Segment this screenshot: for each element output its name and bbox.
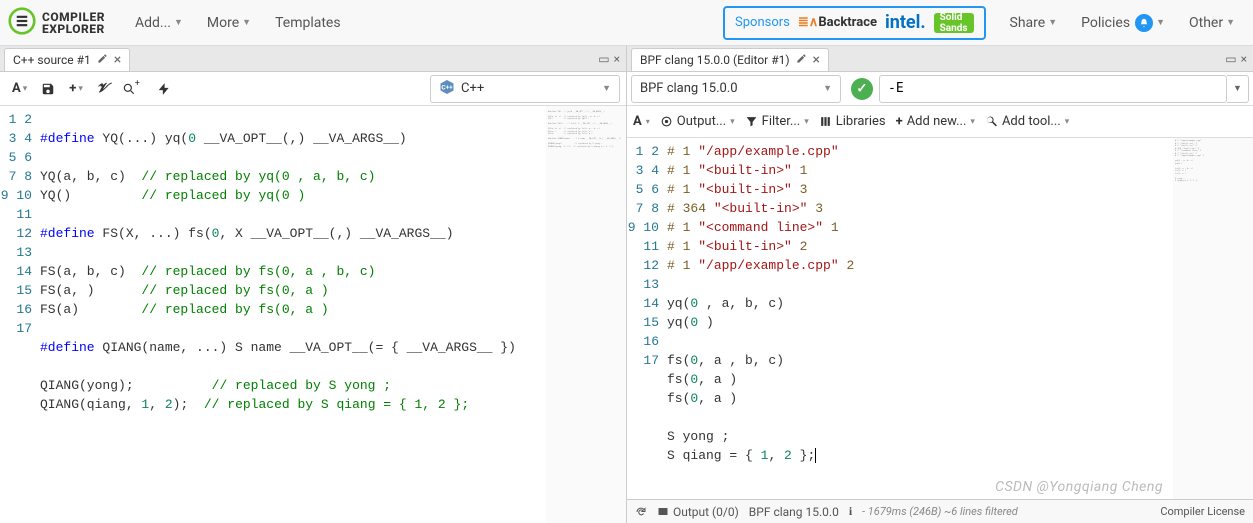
output-code[interactable]: # 1 "/app/example.cpp" # 1 "<built-in>" … [667,138,1173,499]
nav-add[interactable]: Add...▼ [125,9,193,37]
options-caret[interactable]: ▼ [1227,75,1249,103]
sponsors-label: Sponsors [735,15,790,30]
source-editor[interactable]: 1 2 3 4 5 6 7 8 9 10 11 12 13 14 15 16 1… [0,106,626,523]
output-dropdown[interactable]: Output...▾ [660,114,735,129]
close-icon[interactable]: × [114,53,121,67]
line-gutter: 1 2 3 4 5 6 7 8 9 10 11 12 13 14 15 16 1… [627,138,667,499]
source-code[interactable]: #define YQ(...) yq(0 __VA_OPT__(,) __VA_… [40,106,546,523]
compiler-select[interactable]: BPF clang 15.0.0 ▼ [631,75,841,103]
source-tab[interactable]: C++ source #1 × [4,48,130,71]
compiler-status[interactable]: BPF clang 15.0.0 [749,505,839,519]
svg-text:C++: C++ [441,83,453,91]
minimap[interactable]: #define YQ(...) yq(0 __VA_OPT__(,) __VA_… [546,106,626,523]
sponsor-intel: intel. [885,13,926,33]
reload-button[interactable] [635,506,647,518]
line-gutter: 1 2 3 4 5 6 7 8 9 10 11 12 13 14 15 16 1… [0,106,40,523]
nav-policies[interactable]: Policies▼ [1071,8,1175,38]
status-ok-icon [851,78,873,100]
source-tab-title: C++ source #1 [13,53,91,67]
nav-links-right: Share▼ Policies▼ Other▼ [1000,8,1245,38]
compiler-row: BPF clang 15.0.0 ▼ ▼ [627,72,1253,106]
search-button[interactable]: + [116,78,149,100]
sponsors-box[interactable]: Sponsors ≣∧Backtrace intel. SolidSands [723,6,986,40]
nav-templates[interactable]: Templates [265,9,351,37]
nav-other[interactable]: Other▼ [1179,9,1245,37]
compiler-pane: BPF clang 15.0.0 (Editor #1) × ▭ × BPF c… [627,46,1253,523]
compiler-tab-title: BPF clang 15.0.0 (Editor #1) [640,53,790,67]
compiler-tab[interactable]: BPF clang 15.0.0 (Editor #1) × [631,48,829,71]
compiler-label: BPF clang 15.0.0 [640,81,738,96]
main-split: C++ source #1 × ▭ × A▾ +▾ 𝓥 + C++ C++ ▼ … [0,46,1253,523]
logo-text: COMPILER EXPLORER [42,11,105,35]
nav-links-left: Add...▼ More▼ Templates [125,9,351,37]
nav-share[interactable]: Share▼ [1000,9,1068,37]
sponsor-solidsands: SolidSands [934,13,974,33]
sponsor-backtrace: ≣∧Backtrace [798,13,877,33]
minimap[interactable]: # 1 "/app/example.cpp" # 1 "<built-in>" … [1173,138,1253,499]
top-nav: COMPILER EXPLORER Add...▼ More▼ Template… [0,0,1253,46]
font-button[interactable]: A▾ [6,77,33,100]
add-pane-button[interactable]: +▾ [63,77,89,100]
bell-icon [1135,14,1153,32]
output-editor[interactable]: 1 2 3 4 5 6 7 8 9 10 11 12 13 14 15 16 1… [627,138,1253,499]
maximize-icon[interactable]: ▭ [1225,52,1236,66]
pane-close-icon[interactable]: × [1241,52,1247,66]
close-icon[interactable]: × [813,53,820,67]
vim-button[interactable]: 𝓥 [91,77,114,100]
filter-dropdown[interactable]: Filter...▾ [745,114,809,129]
add-new-dropdown[interactable]: +Add new...▾ [896,114,975,129]
nav-more[interactable]: More▼ [197,9,261,37]
language-label: C++ [461,81,484,96]
cpp-icon: C++ [439,79,455,99]
compiler-options-input[interactable] [879,75,1227,103]
status-bar: Output (0/0) BPF clang 15.0.0 i - 1679ms… [627,499,1253,523]
source-toolbar: A▾ +▾ 𝓥 + C++ C++ ▼ [0,72,626,106]
pencil-icon[interactable] [796,53,807,67]
output-status[interactable]: Output (0/0) [657,505,739,519]
save-button[interactable] [35,78,61,100]
add-tool-dropdown[interactable]: Add tool...▾ [985,114,1069,129]
info-icon[interactable]: i [849,504,852,519]
language-select[interactable]: C++ C++ ▼ [430,75,620,103]
source-pane: C++ source #1 × ▭ × A▾ +▾ 𝓥 + C++ C++ ▼ … [0,46,627,523]
logo[interactable]: COMPILER EXPLORER [8,7,105,39]
maximize-icon[interactable]: ▭ [598,52,609,66]
timing-status: - 1679ms (246B) ~6 lines filtered [862,505,1018,518]
pane-close-icon[interactable]: × [614,52,620,66]
compiler-tabbar: BPF clang 15.0.0 (Editor #1) × ▭ × [627,46,1253,72]
license-link[interactable]: Compiler License [1160,505,1245,518]
source-tabbar: C++ source #1 × ▭ × [0,46,626,72]
libraries-button[interactable]: Libraries [819,114,886,129]
font-button[interactable]: A▾ [633,114,650,129]
logo-icon [8,7,36,39]
pencil-icon[interactable] [97,53,108,67]
output-toolbar: A▾ Output...▾ Filter...▾ Libraries +Add … [627,106,1253,138]
ctrl-button[interactable] [151,78,177,100]
